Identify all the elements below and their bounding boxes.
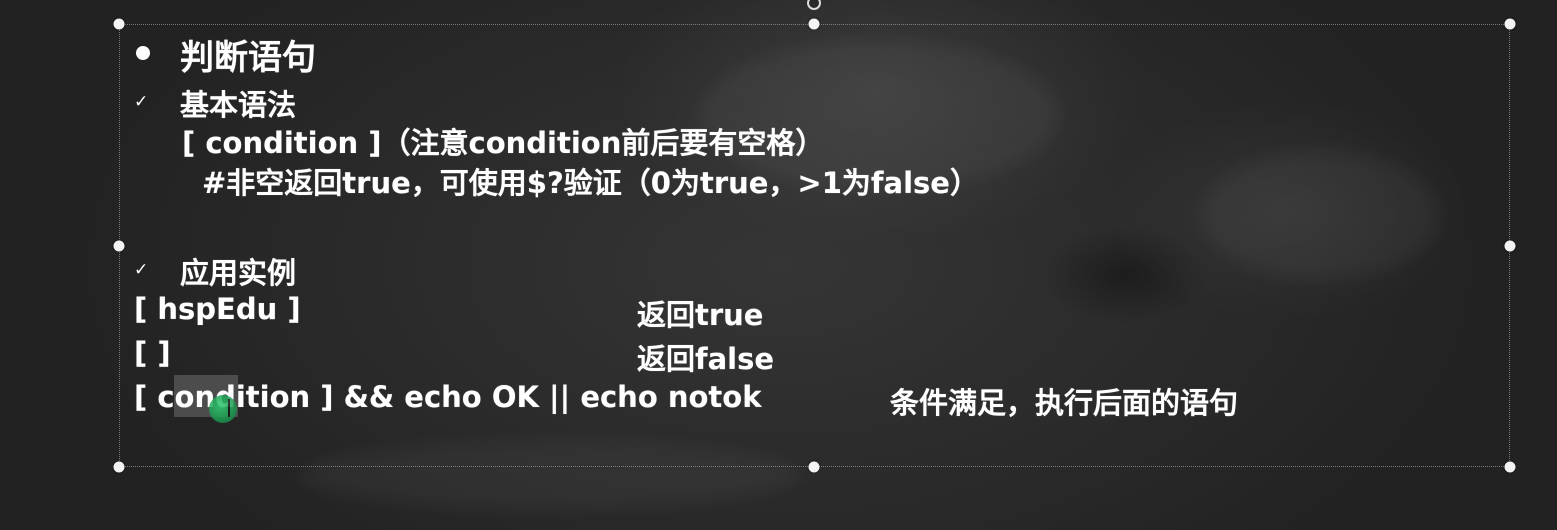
example-result-2: 返回false — [637, 342, 775, 376]
resize-handle-bottom-right[interactable] — [1504, 461, 1516, 473]
slide-title: 判断语句 — [180, 38, 316, 78]
syntax-heading: 基本语法 — [180, 88, 297, 122]
resize-handle-bottom-left[interactable] — [113, 461, 125, 473]
resize-handle-top[interactable] — [808, 18, 820, 30]
bullet-dot-icon — [136, 46, 150, 60]
resize-handle-left[interactable] — [113, 240, 125, 252]
check-mark-icon: ✓ — [134, 92, 149, 112]
resize-handle-right[interactable] — [1504, 240, 1516, 252]
example-result-3: 条件满足，执行后面的语句 — [890, 386, 1239, 420]
resize-handle-top-right[interactable] — [1504, 18, 1516, 30]
example-code-2: [ ] — [134, 336, 171, 370]
syntax-line-2: #非空返回true，可使用$?验证（0为true，>1为false） — [202, 166, 979, 200]
check-mark-icon: ✓ — [134, 260, 149, 280]
syntax-line-1: [ condition ]（注意condition前后要有空格） — [182, 126, 825, 160]
resize-handle-top-left[interactable] — [113, 18, 125, 30]
examples-heading: 应用实例 — [180, 256, 297, 290]
text-cursor-icon — [209, 395, 237, 423]
rotate-handle[interactable] — [807, 0, 821, 10]
example-code-1: [ hspEdu ] — [134, 292, 301, 326]
example-result-1: 返回true — [637, 298, 764, 332]
resize-handle-bottom[interactable] — [808, 461, 820, 473]
